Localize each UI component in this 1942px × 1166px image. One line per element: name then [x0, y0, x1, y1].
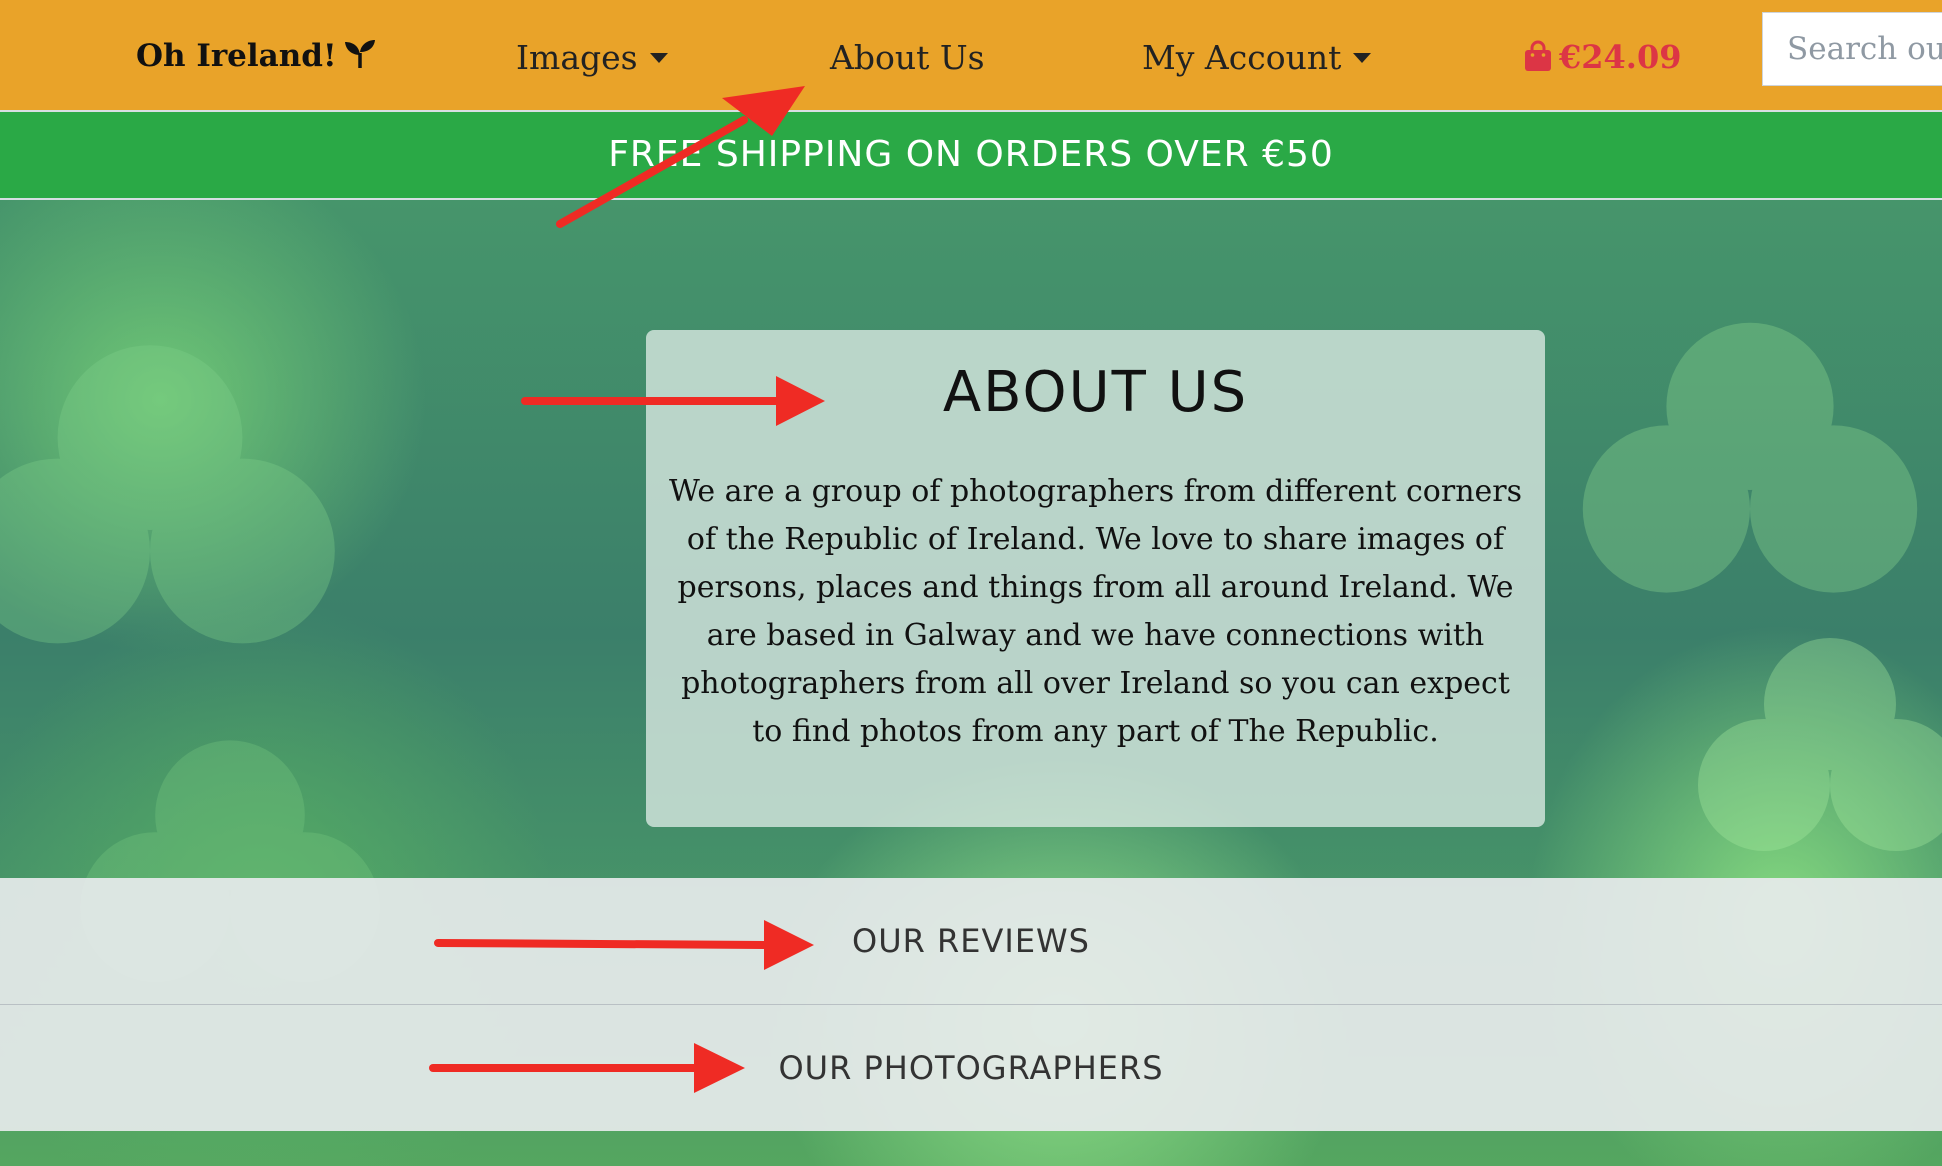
brand-link[interactable]: Oh Ireland! — [136, 38, 377, 74]
brand-name: Oh Ireland! — [136, 38, 337, 74]
shopping-bag-icon — [1525, 40, 1551, 71]
chevron-down-icon — [1353, 53, 1372, 63]
shamrock-decoration — [0, 345, 335, 644]
about-us-description: We are a group of photographers from dif… — [668, 474, 1523, 749]
our-reviews-toggle[interactable]: OUR REVIEWS — [0, 878, 1942, 1005]
about-us-card: ABOUT US We are a group of photographers… — [646, 330, 1545, 827]
main-navbar: Oh Ireland! Images About Us My Account €… — [0, 0, 1942, 112]
nav-images-label: Images — [516, 38, 638, 77]
free-shipping-banner: FREE SHIPPING ON ORDERS OVER €50 — [0, 112, 1942, 200]
our-photographers-toggle[interactable]: OUR PHOTOGRAPHERS — [0, 1005, 1942, 1131]
chevron-down-icon — [649, 53, 668, 63]
shopping-bag-link[interactable]: €24.09 — [1523, 38, 1681, 76]
cart-total: €24.09 — [1559, 38, 1682, 76]
nav-images-dropdown[interactable]: Images — [516, 38, 668, 77]
nav-about-us[interactable]: About Us — [830, 38, 985, 77]
seedling-icon — [344, 40, 375, 68]
about-us-heading: ABOUT US — [942, 360, 1249, 425]
nav-my-account-dropdown[interactable]: My Account — [1142, 38, 1372, 77]
shamrock-decoration — [1698, 638, 1942, 851]
search-input[interactable] — [1762, 12, 1942, 86]
nav-account-label: My Account — [1142, 38, 1342, 77]
